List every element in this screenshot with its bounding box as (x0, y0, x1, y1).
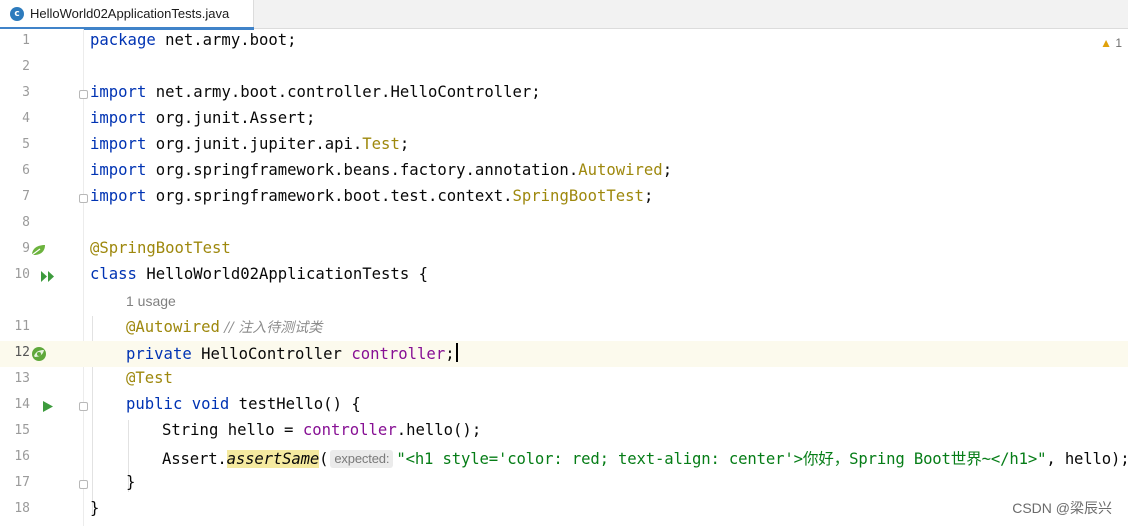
code-line: 14 public void testHello() { (0, 393, 1128, 419)
line-number: 2 (22, 59, 30, 74)
code-line: 3 import net.army.boot.controller.HelloC… (0, 81, 1128, 107)
line-number: 11 (14, 319, 30, 334)
code-line: 9 @SpringBootTest (0, 237, 1128, 263)
code-line: 17 } (0, 471, 1128, 497)
code-line: 7 import org.springframework.boot.test.c… (0, 185, 1128, 211)
line-number: 15 (14, 423, 30, 438)
code-line: 1 package net.army.boot; ▲ 1 (0, 29, 1128, 55)
text-caret (455, 343, 458, 362)
code-line: 8 (0, 211, 1128, 237)
code-line-current: 12 private HelloController controller; (0, 341, 1128, 367)
line-number: 10 (14, 267, 30, 282)
code-text: @SpringBootTest (90, 239, 231, 257)
code-text: import org.springframework.beans.factory… (90, 161, 673, 179)
code-text: class HelloWorld02ApplicationTests { (90, 265, 428, 283)
code-text: } (90, 499, 100, 517)
line-number: 17 (14, 475, 30, 490)
code-line: 6 import org.springframework.beans.facto… (0, 159, 1128, 185)
line-number: 18 (14, 501, 30, 516)
code-line: 18 } (0, 497, 1128, 523)
code-line: 15 String hello = controller.hello(); (0, 419, 1128, 445)
code-line: 2 (0, 55, 1128, 81)
line-number: 5 (22, 137, 30, 152)
fold-toggle-icon[interactable] (79, 90, 88, 99)
code-line: 5 import org.junit.jupiter.api.Test; (0, 133, 1128, 159)
code-line: 10 class HelloWorld02ApplicationTests { (0, 263, 1128, 289)
usage-hint-row: 1 usage (0, 289, 1128, 315)
usage-hint[interactable]: 1 usage (126, 293, 176, 309)
fold-toggle-icon[interactable] (79, 402, 88, 411)
run-test-icon[interactable] (42, 400, 54, 413)
code-text: } (126, 473, 136, 491)
code-line: 11 @Autowired // 注入待测试类 (0, 315, 1128, 341)
editor-tab[interactable]: c HelloWorld02ApplicationTests.java (0, 0, 254, 30)
code-text: import org.junit.Assert; (90, 109, 316, 127)
line-number: 4 (22, 111, 30, 126)
code-text: Assert.assertSame(expected: "<h1 style='c… (162, 450, 1128, 468)
code-text: import org.springframework.boot.test.con… (90, 187, 654, 205)
line-number: 13 (14, 371, 30, 386)
code-editor[interactable]: 1 package net.army.boot; ▲ 1 2 3 import … (0, 29, 1128, 526)
parameter-hint: expected: (330, 450, 394, 468)
line-number: 12 (14, 345, 30, 360)
tab-title: HelloWorld02ApplicationTests.java (30, 6, 230, 21)
code-text: @Autowired // 注入待测试类 (126, 318, 323, 336)
spring-bean-leaf-icon[interactable] (30, 244, 46, 256)
line-number: 9 (22, 241, 30, 256)
code-text: public void testHello() { (126, 395, 361, 413)
line-number: 1 (22, 33, 30, 48)
java-class-icon: c (10, 7, 24, 21)
line-number: 16 (14, 449, 30, 464)
fold-toggle-icon[interactable] (79, 194, 88, 203)
code-text: private HelloController controller; (126, 343, 458, 363)
code-text: @Test (126, 369, 173, 387)
autowired-dependencies-icon[interactable] (30, 346, 48, 362)
code-text: import org.junit.jupiter.api.Test; (90, 135, 410, 153)
run-all-tests-icon[interactable] (40, 270, 56, 283)
line-number: 6 (22, 163, 30, 178)
code-line: 13 @Test (0, 367, 1128, 393)
inspection-widget[interactable]: ▲ 1 (1100, 36, 1122, 50)
fold-toggle-icon[interactable] (79, 480, 88, 489)
code-text: import net.army.boot.controller.HelloCon… (90, 83, 541, 101)
code-text: String hello = controller.hello(); (162, 421, 482, 439)
code-line: 16 Assert.assertSame(expected: "<h1 style… (0, 445, 1128, 471)
code-text: package net.army.boot; (90, 31, 297, 49)
line-number: 3 (22, 85, 30, 100)
line-number: 14 (14, 397, 30, 412)
line-number: 8 (22, 215, 30, 230)
line-number: 7 (22, 189, 30, 204)
code-line: 4 import org.junit.Assert; (0, 107, 1128, 133)
editor-tab-bar: c HelloWorld02ApplicationTests.java (0, 0, 1128, 30)
warning-triangle-icon: ▲ (1100, 36, 1112, 50)
watermark: CSDN @梁辰兴 (1012, 500, 1112, 516)
